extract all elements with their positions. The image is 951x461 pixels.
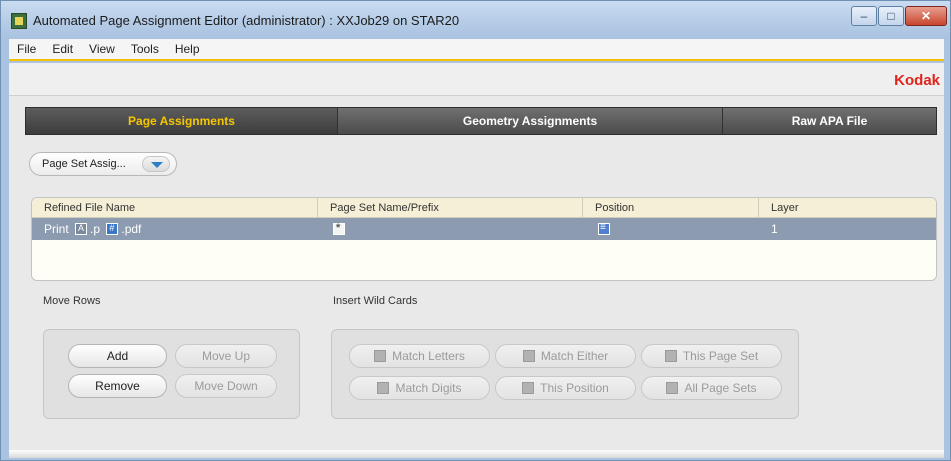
match-either-label: Match Either xyxy=(540,349,609,363)
menu-view[interactable]: View xyxy=(81,42,123,56)
cell-page-set-name[interactable] xyxy=(318,218,583,240)
assignments-table: Refined File Name Page Set Name/Prefix P… xyxy=(31,197,937,281)
remove-button[interactable]: Remove xyxy=(68,374,167,398)
move-up-button[interactable]: Move Up xyxy=(175,344,277,368)
file-prefix: Print xyxy=(44,222,73,236)
all-page-sets-label: All Page Sets xyxy=(684,381,757,395)
match-digits-label: Match Digits xyxy=(395,381,462,395)
table-row[interactable]: Print .p .pdf 1 xyxy=(32,218,936,240)
menu-file[interactable]: File xyxy=(9,42,44,56)
window-title: Automated Page Assignment Editor (admini… xyxy=(33,13,460,28)
this-page-set-button[interactable]: This Page Set xyxy=(641,344,782,368)
tab-raw-apa-file[interactable]: Raw APA File xyxy=(723,108,936,134)
cell-position[interactable] xyxy=(583,218,759,240)
this-position-label: This Position xyxy=(540,381,609,395)
file-mid: .p xyxy=(90,222,104,236)
cell-refined-file-name[interactable]: Print .p .pdf xyxy=(32,218,318,240)
app-icon xyxy=(11,13,27,29)
wild-cards-panel: Match Letters Match Either This Page Set… xyxy=(331,329,799,419)
move-rows-label: Move Rows xyxy=(43,295,101,307)
match-digits-button[interactable]: Match Digits xyxy=(349,376,490,400)
main-content: Kodak Page Assignments Geometry Assignme… xyxy=(9,63,944,458)
this-page-set-label: This Page Set xyxy=(682,349,759,363)
menu-tools[interactable]: Tools xyxy=(123,42,167,56)
header-page-set-name[interactable]: Page Set Name/Prefix xyxy=(318,198,583,217)
header-layer[interactable]: Layer xyxy=(759,198,936,217)
menu-edit[interactable]: Edit xyxy=(44,42,81,56)
this-position-wildcard-icon xyxy=(106,223,119,235)
this-position-button[interactable]: This Position xyxy=(495,376,636,400)
either-icon xyxy=(522,350,535,362)
header-position[interactable]: Position xyxy=(583,198,759,217)
kodak-logo: Kodak xyxy=(894,72,940,89)
chevron-down-icon[interactable] xyxy=(142,156,170,172)
page-set-icon xyxy=(664,350,677,362)
move-rows-panel: Add Move Up Remove Move Down xyxy=(43,329,300,419)
app-window: Automated Page Assignment Editor (admini… xyxy=(0,0,951,461)
digits-icon xyxy=(377,382,390,394)
cell-layer[interactable]: 1 xyxy=(759,218,936,240)
match-either-wildcard-icon xyxy=(75,223,88,235)
insert-wild-cards-label: Insert Wild Cards xyxy=(333,295,418,307)
close-button[interactable]: ✕ xyxy=(905,6,947,26)
file-suffix: .pdf xyxy=(121,222,142,236)
move-down-button[interactable]: Move Down xyxy=(175,374,277,398)
brand-bar: Kodak xyxy=(9,63,944,96)
all-page-sets-button[interactable]: All Page Sets xyxy=(641,376,782,400)
minimize-button[interactable]: – xyxy=(851,6,877,26)
tab-page-assignments[interactable]: Page Assignments xyxy=(26,108,338,134)
match-letters-button[interactable]: Match Letters xyxy=(349,344,490,368)
menu-help[interactable]: Help xyxy=(167,42,208,56)
menu-bar: File Edit View Tools Help xyxy=(9,39,944,61)
window-bottom-edge xyxy=(9,450,944,458)
match-either-button[interactable]: Match Either xyxy=(495,344,636,368)
page-set-dropdown[interactable]: Page Set Assig... xyxy=(29,152,177,176)
position-wildcard-icon xyxy=(598,222,610,235)
table-header: Refined File Name Page Set Name/Prefix P… xyxy=(32,198,936,218)
position-icon xyxy=(522,382,535,394)
header-refined-file-name[interactable]: Refined File Name xyxy=(32,198,318,217)
all-sets-icon xyxy=(666,382,679,394)
title-bar[interactable]: Automated Page Assignment Editor (admini… xyxy=(1,1,950,39)
add-button[interactable]: Add xyxy=(68,344,167,368)
tab-bar: Page Assignments Geometry Assignments Ra… xyxy=(25,107,937,135)
all-page-sets-wildcard-icon xyxy=(333,222,345,235)
tab-geometry-assignments[interactable]: Geometry Assignments xyxy=(338,108,723,134)
maximize-button[interactable]: □ xyxy=(878,6,904,26)
letters-icon xyxy=(374,350,387,362)
match-letters-label: Match Letters xyxy=(392,349,465,363)
dropdown-value: Page Set Assig... xyxy=(42,158,126,170)
